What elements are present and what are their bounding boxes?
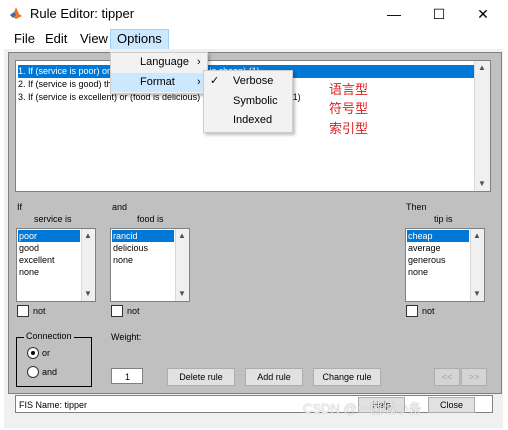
menu-view[interactable]: View <box>74 29 114 49</box>
close-button[interactable]: Close <box>428 397 475 413</box>
annotation-indexed: 索引型 <box>329 122 369 137</box>
options-dropdown: Language › Format › <box>110 52 208 94</box>
then-label: Then <box>406 202 427 212</box>
scroll-down-icon[interactable]: ▼ <box>470 289 484 298</box>
if-label: If <box>17 202 23 212</box>
scroll-down-icon[interactable]: ▼ <box>474 179 490 188</box>
menu-item-indexed[interactable]: Indexed <box>204 111 292 130</box>
not-label: not <box>33 306 46 316</box>
service-not-checkbox[interactable] <box>17 305 29 317</box>
menu-item-label: Language <box>140 56 189 68</box>
window-title: Rule Editor: tipper <box>30 6 135 21</box>
food-var-label: food is <box>137 214 164 224</box>
chevron-right-icon: › <box>197 76 201 88</box>
weight-label: Weight: <box>111 332 142 342</box>
delete-rule-button[interactable]: Delete rule <box>167 368 235 386</box>
list-item[interactable]: generous <box>407 254 446 266</box>
change-rule-button[interactable]: Change rule <box>313 368 381 386</box>
menu-file[interactable]: File <box>8 29 41 49</box>
annotation-verbose: 语言型 <box>329 83 369 98</box>
radio-label-and: and <box>42 367 58 377</box>
list-item[interactable]: none <box>112 254 133 266</box>
scroll-up-icon[interactable]: ▲ <box>470 231 484 240</box>
list-item[interactable]: none <box>407 266 428 278</box>
scroll-up-icon[interactable]: ▲ <box>81 231 95 240</box>
add-rule-button[interactable]: Add rule <box>245 368 303 386</box>
and-label: and <box>112 202 128 212</box>
next-rule-button[interactable]: >> <box>461 368 487 386</box>
radio-selected-dot <box>31 351 35 355</box>
connection-and-radio[interactable] <box>27 366 39 378</box>
minimize-button[interactable]: — <box>383 3 405 25</box>
rules-scrollbar[interactable] <box>474 61 490 191</box>
menu-item-format[interactable]: Format › <box>111 73 207 92</box>
weight-input[interactable]: 1 <box>111 368 143 384</box>
food-listbox[interactable]: rancid delicious none ▲ ▼ <box>110 228 190 302</box>
menu-edit[interactable]: Edit <box>39 29 73 49</box>
check-icon: ✓ <box>210 75 220 87</box>
list-item[interactable]: good <box>18 242 39 254</box>
list-item[interactable]: none <box>18 266 39 278</box>
tip-var-label: tip is <box>434 214 453 224</box>
maximize-button[interactable]: ☐ <box>428 3 450 25</box>
connection-or-radio[interactable] <box>27 347 39 359</box>
scroll-down-icon[interactable]: ▼ <box>81 289 95 298</box>
tip-not-checkbox[interactable] <box>406 305 418 317</box>
list-item[interactable]: average <box>407 242 441 254</box>
menu-options[interactable]: Options <box>110 29 169 51</box>
service-var-label: service is <box>34 214 72 224</box>
prev-rule-button[interactable]: << <box>434 368 460 386</box>
annotation-symbolic: 符号型 <box>329 102 369 117</box>
menu-item-label: Format <box>140 76 175 88</box>
menu-item-label: Symbolic <box>233 95 278 107</box>
menu-item-language[interactable]: Language › <box>111 53 207 72</box>
tip-listbox[interactable]: cheap average generous none ▲ ▼ <box>405 228 485 302</box>
list-item[interactable]: rancid <box>112 230 174 242</box>
food-not-checkbox[interactable] <box>111 305 123 317</box>
not-label: not <box>127 306 140 316</box>
connection-label: Connection <box>24 331 74 341</box>
not-label: not <box>422 306 435 316</box>
service-listbox[interactable]: poor good excellent none ▲ ▼ <box>16 228 96 302</box>
list-item[interactable]: cheap <box>407 230 469 242</box>
menu-item-label: Verbose <box>233 75 274 87</box>
connection-group <box>16 337 92 387</box>
list-item[interactable]: delicious <box>112 242 148 254</box>
format-submenu: ✓ Verbose Symbolic Indexed <box>203 70 293 133</box>
menu-item-label: Indexed <box>233 114 273 126</box>
list-item[interactable]: excellent <box>18 254 55 266</box>
matlab-icon <box>10 7 22 19</box>
watermark: CSDN @一菌城小备 <box>303 401 422 416</box>
menu-item-verbose[interactable]: ✓ Verbose <box>204 72 292 91</box>
scroll-down-icon[interactable]: ▼ <box>175 289 189 298</box>
list-item[interactable]: poor <box>18 230 80 242</box>
scroll-up-icon[interactable]: ▲ <box>474 63 490 72</box>
menu-item-symbolic[interactable]: Symbolic <box>204 92 292 111</box>
close-window-button[interactable]: ✕ <box>472 3 494 25</box>
scroll-up-icon[interactable]: ▲ <box>175 231 189 240</box>
radio-label-or: or <box>42 348 51 358</box>
chevron-right-icon: › <box>197 56 201 68</box>
